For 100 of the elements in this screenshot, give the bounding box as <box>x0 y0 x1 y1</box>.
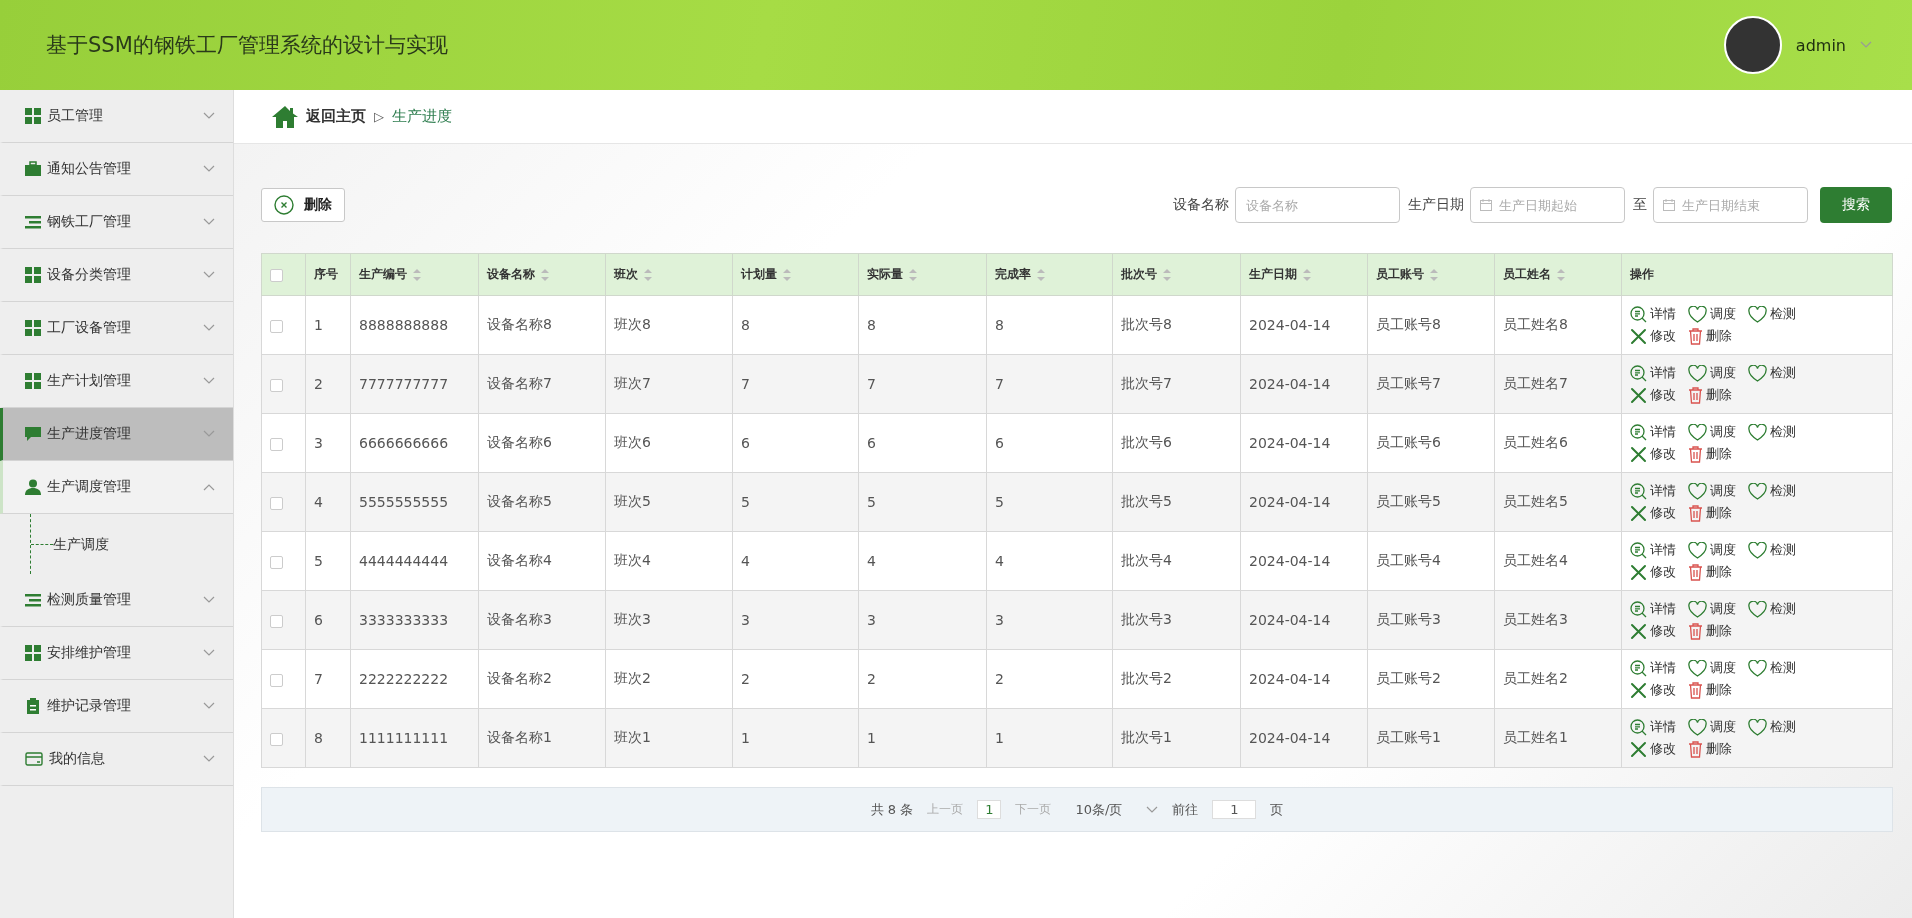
home-icon[interactable] <box>272 105 298 128</box>
page-number[interactable]: 1 <box>977 800 1002 819</box>
table-cell: 8 <box>867 317 876 333</box>
action-link[interactable]: 修改 <box>1630 386 1676 404</box>
column-header[interactable]: 员工账号 <box>1376 267 1424 281</box>
detail-icon <box>1630 600 1647 618</box>
action-link[interactable]: 修改 <box>1630 740 1676 758</box>
table-cell: 8 <box>995 317 1004 333</box>
delete-button[interactable]: 删除 <box>261 188 345 222</box>
checkbox[interactable] <box>270 378 283 392</box>
action-link[interactable]: 调度 <box>1688 482 1736 500</box>
input-field[interactable]: 设备名称 <box>1235 187 1400 223</box>
date-field[interactable]: 生产日期结束 <box>1653 187 1808 223</box>
trash-icon <box>1688 386 1703 404</box>
action-link[interactable]: 检测 <box>1748 659 1796 677</box>
action-link[interactable]: 修改 <box>1630 681 1676 699</box>
goto-input[interactable]: 1 <box>1212 800 1257 819</box>
detail-icon <box>1630 305 1647 323</box>
column-header[interactable]: 生产日期 <box>1249 267 1297 281</box>
table-cell: 2024-04-14 <box>1249 553 1331 569</box>
action-link[interactable]: 删除 <box>1688 445 1736 463</box>
action-link[interactable]: 检测 <box>1748 364 1796 382</box>
column-header[interactable]: 班次 <box>614 267 638 281</box>
checkbox[interactable] <box>270 496 283 510</box>
action-link[interactable]: 删除 <box>1688 327 1736 345</box>
checkbox[interactable] <box>270 614 283 628</box>
action-link[interactable]: 详情 <box>1630 718 1676 736</box>
column-header[interactable]: 完成率 <box>995 267 1031 281</box>
checkbox[interactable] <box>270 732 283 746</box>
action-link[interactable]: 详情 <box>1630 482 1676 500</box>
column-header[interactable]: 设备名称 <box>487 267 535 281</box>
table-cell: 1 <box>867 730 876 746</box>
action-link[interactable]: 检测 <box>1748 718 1796 736</box>
action-link[interactable]: 调度 <box>1688 718 1736 736</box>
trash-icon <box>1688 445 1703 463</box>
user-menu[interactable]: admin <box>1795 35 1846 55</box>
action-link[interactable]: 调度 <box>1688 659 1736 677</box>
action-link[interactable]: 删除 <box>1688 740 1736 758</box>
column-header[interactable]: 员工姓名 <box>1503 267 1551 281</box>
action-link[interactable]: 检测 <box>1748 541 1796 559</box>
action-link[interactable]: 修改 <box>1630 563 1676 581</box>
chevron-icon <box>1860 41 1872 49</box>
action-link[interactable]: 检测 <box>1748 423 1796 441</box>
action-link[interactable]: 修改 <box>1630 327 1676 345</box>
date-field[interactable]: 生产日期起始 <box>1470 187 1625 223</box>
action-link[interactable]: 删除 <box>1688 563 1736 581</box>
action-link[interactable]: 检测 <box>1748 305 1796 323</box>
table-cell: 4 <box>741 553 750 569</box>
column-header[interactable]: 计划量 <box>741 267 777 281</box>
action-link[interactable]: 详情 <box>1630 541 1676 559</box>
chevron-icon <box>203 112 215 120</box>
avatar[interactable] <box>1723 16 1782 74</box>
total-count: 共 8 条 <box>870 800 914 819</box>
action-link[interactable]: 调度 <box>1688 305 1736 323</box>
sort-icon <box>1303 268 1311 281</box>
action-link[interactable]: 详情 <box>1630 423 1676 441</box>
heart-icon <box>1688 482 1707 500</box>
action-link[interactable]: 修改 <box>1630 445 1676 463</box>
column-header[interactable]: 批次号 <box>1121 267 1157 281</box>
action-link[interactable]: 详情 <box>1630 659 1676 677</box>
action-link[interactable]: 调度 <box>1688 364 1736 382</box>
checkbox[interactable] <box>270 437 283 451</box>
action-link[interactable]: 修改 <box>1630 622 1676 640</box>
action-link[interactable]: 删除 <box>1688 504 1736 522</box>
checkbox[interactable] <box>270 268 283 282</box>
table-cell: 设备名称2 <box>487 670 552 686</box>
checkbox[interactable] <box>270 319 283 333</box>
checkbox[interactable] <box>270 673 283 687</box>
table-cell: 设备名称3 <box>487 611 552 627</box>
chevron-icon <box>203 377 215 385</box>
trash-icon <box>1688 563 1703 581</box>
chat-icon <box>25 426 41 442</box>
chevron-icon <box>203 702 215 710</box>
table-cell: 1111111111 <box>359 730 449 746</box>
action-link[interactable]: 调度 <box>1688 423 1736 441</box>
action-link[interactable]: 详情 <box>1630 600 1676 618</box>
goto-suffix: 页 <box>1270 800 1284 819</box>
submenu-item[interactable]: 生产调度 <box>53 534 109 554</box>
sort-icon <box>1163 268 1171 281</box>
menu-item[interactable]: 生产调度管理 <box>0 461 233 514</box>
menu-item[interactable]: 生产进度管理 <box>0 408 233 461</box>
action-link[interactable]: 删除 <box>1688 622 1736 640</box>
home-link[interactable]: 返回主页 <box>306 107 366 126</box>
detail-icon <box>1630 364 1647 382</box>
action-link[interactable]: 调度 <box>1688 541 1736 559</box>
action-link[interactable]: 删除 <box>1688 386 1736 404</box>
page-size-select[interactable]: 10条/页 <box>1075 800 1123 819</box>
action-link[interactable]: 详情 <box>1630 305 1676 323</box>
checkbox[interactable] <box>270 555 283 569</box>
action-link[interactable]: 详情 <box>1630 364 1676 382</box>
table-cell: 6 <box>867 435 876 451</box>
grid-icon <box>25 267 41 283</box>
action-link[interactable]: 删除 <box>1688 681 1736 699</box>
column-header[interactable]: 实际量 <box>867 267 903 281</box>
search-button[interactable]: 搜索 <box>1820 187 1892 223</box>
action-link[interactable]: 调度 <box>1688 600 1736 618</box>
column-header[interactable]: 生产编号 <box>359 267 407 281</box>
action-link[interactable]: 检测 <box>1748 600 1796 618</box>
action-link[interactable]: 检测 <box>1748 482 1796 500</box>
action-link[interactable]: 修改 <box>1630 504 1676 522</box>
